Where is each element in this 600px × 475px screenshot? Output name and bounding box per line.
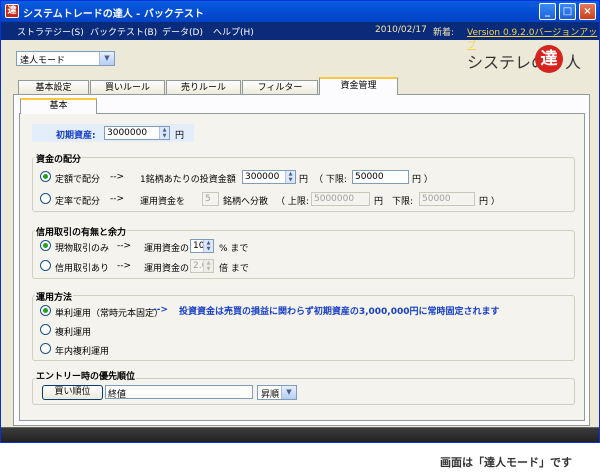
allocation-title: 資金の配分 <box>35 152 83 165</box>
menu-data[interactable]: データ(D) <box>162 25 203 38</box>
fixed-allocation-desc: 1銘柄あたりの投資金額 <box>140 175 236 185</box>
menu-backtest[interactable]: バックテスト(B) <box>90 25 157 38</box>
app-window: 達 システムトレードの達人 - バックテスト _ □ × ストラテジー(S) バ… <box>0 0 600 443</box>
fixed-lower-value: 50000 <box>355 172 384 182</box>
mode-select-value: 達人モード <box>20 56 66 66</box>
initial-capital-unit: 円 <box>175 131 185 141</box>
ratio-count-input[interactable]: 5 <box>202 192 219 206</box>
logo: システレの 達 人 <box>467 45 591 75</box>
subtab-basic[interactable]: 基本 <box>20 98 97 114</box>
minimize-button[interactable]: _ <box>539 3 556 20</box>
initial-capital-value: 3000000 <box>107 128 148 138</box>
close-button[interactable]: × <box>579 3 596 20</box>
mode-select[interactable]: 達人モード ▼ <box>16 51 115 66</box>
ratio-lower-input[interactable]: 50000 <box>419 192 475 206</box>
caption: 画面は「達人モード」です <box>440 456 572 469</box>
spinner-icon[interactable]: ▲ ▼ <box>285 171 295 183</box>
credit-multiplier-input[interactable]: 2.0 ▲ ▼ <box>190 259 214 273</box>
chevron-down-icon[interactable]: ▼ <box>99 52 114 65</box>
credit-radio[interactable] <box>40 260 51 271</box>
tab-buy-rules[interactable]: 買いルール <box>90 80 165 95</box>
app-icon: 達 <box>5 4 19 18</box>
spinner-icon[interactable]: ▲ ▼ <box>159 127 169 139</box>
ratio-upper-label: （ 上限: <box>276 197 309 207</box>
cash-unit: % まで <box>219 244 249 254</box>
buy-priority-button[interactable]: 買い順位 <box>42 385 103 400</box>
priority-field[interactable]: 終値 <box>105 385 253 400</box>
sort-order-value: 昇順 <box>261 390 280 400</box>
tab-filter[interactable]: フィルター <box>242 80 318 95</box>
simple-interest-label: 単利運用（常時元本固定） <box>55 309 164 319</box>
priority-field-value: 終値 <box>108 390 127 400</box>
entry-title: エントリー時の優先順位 <box>35 369 137 382</box>
spinner-icon[interactable]: ▲ ▼ <box>203 240 213 252</box>
compound-radio[interactable] <box>40 324 51 335</box>
fixed-allocation-label: 定額で配分 <box>55 175 101 185</box>
credit-unit: 倍 まで <box>219 264 249 274</box>
initial-capital-input[interactable]: 3000000 ▲ ▼ <box>104 126 170 140</box>
menu-new-label: 新着: <box>433 28 455 38</box>
fixed-lower-close: 円 ） <box>412 175 433 185</box>
title-bar[interactable]: 達 システムトレードの達人 - バックテスト _ □ × <box>1 1 599 22</box>
ratio-allocation-radio[interactable] <box>40 193 51 204</box>
cash-only-label: 現物取引のみ <box>55 244 110 254</box>
maximize-button[interactable]: □ <box>559 3 576 20</box>
arrow-text: --> <box>110 172 125 182</box>
fixed-amount-unit: 円 <box>299 175 309 185</box>
sort-order-select[interactable]: 昇順 ▼ <box>257 385 297 400</box>
arrow-text: --> <box>117 261 132 271</box>
spinner-icon[interactable]: ▲ ▼ <box>203 260 213 272</box>
ratio-lower-close: 円 ） <box>479 197 500 207</box>
method-note: 投資資金は売買の損益に関わらず初期資産の3,000,000円に常時固定されます <box>179 307 500 317</box>
menu-date: 2010/02/17 <box>375 25 427 35</box>
credit-desc: 運用資金の <box>144 264 190 274</box>
tab-sell-rules[interactable]: 売りルール <box>166 80 241 95</box>
menu-bar: ストラテジー(S) バックテスト(B) データ(D) ヘルプ(H) 2010/0… <box>1 22 599 51</box>
ratio-upper-unit: 円 <box>374 197 384 207</box>
menu-help[interactable]: ヘルプ(H) <box>213 25 254 38</box>
fixed-allocation-radio[interactable] <box>40 171 51 182</box>
menu-strategy[interactable]: ストラテジー(S) <box>17 25 84 38</box>
arrow-text: --> <box>110 194 125 204</box>
ratio-allocation-label: 定率で配分 <box>55 197 101 207</box>
simple-interest-radio[interactable] <box>40 305 51 316</box>
logo-circle: 達 <box>535 45 563 73</box>
ratio-count-value: 5 <box>205 194 211 204</box>
status-bar <box>1 427 599 442</box>
method-title: 運用方法 <box>35 290 74 303</box>
ratio-desc-2: 銘柄へ分散 <box>223 197 269 207</box>
ratio-lower-label: 下限: <box>392 197 414 207</box>
cash-only-radio[interactable] <box>40 240 51 251</box>
cash-percent-input[interactable]: 100 ▲ ▼ <box>190 239 214 253</box>
chevron-down-icon[interactable]: ▼ <box>281 386 296 399</box>
compound-label: 複利運用 <box>55 328 92 338</box>
fixed-lower-label: （ 下限: <box>314 175 347 185</box>
ratio-upper-value: 5000000 <box>314 194 355 204</box>
arrow-text: --> <box>117 241 132 251</box>
initial-capital-label: 初期資産: <box>56 131 96 141</box>
fixed-lower-input[interactable]: 50000 <box>352 170 409 184</box>
credit-label: 信用取引あり <box>55 264 110 274</box>
fixed-amount-input[interactable]: 300000 ▲ ▼ <box>242 170 296 184</box>
tab-capital-management[interactable]: 資金管理 <box>319 77 398 95</box>
ratio-upper-input[interactable]: 5000000 <box>311 192 370 206</box>
tab-basic-settings[interactable]: 基本設定 <box>18 80 89 95</box>
fixed-amount-value: 300000 <box>245 172 280 182</box>
ratio-desc-1: 運用資金を <box>140 197 186 207</box>
annual-compound-radio[interactable] <box>40 343 51 354</box>
cash-desc: 運用資金の <box>144 244 190 254</box>
annual-compound-label: 年内複利運用 <box>55 347 110 357</box>
logo-text-after: 人 <box>565 53 582 72</box>
margin-title: 信用取引の有無と余力 <box>35 225 128 238</box>
ratio-lower-value: 50000 <box>422 194 451 204</box>
window-title: システムトレードの達人 - バックテスト <box>23 9 204 20</box>
arrow-text: --> <box>153 305 169 315</box>
